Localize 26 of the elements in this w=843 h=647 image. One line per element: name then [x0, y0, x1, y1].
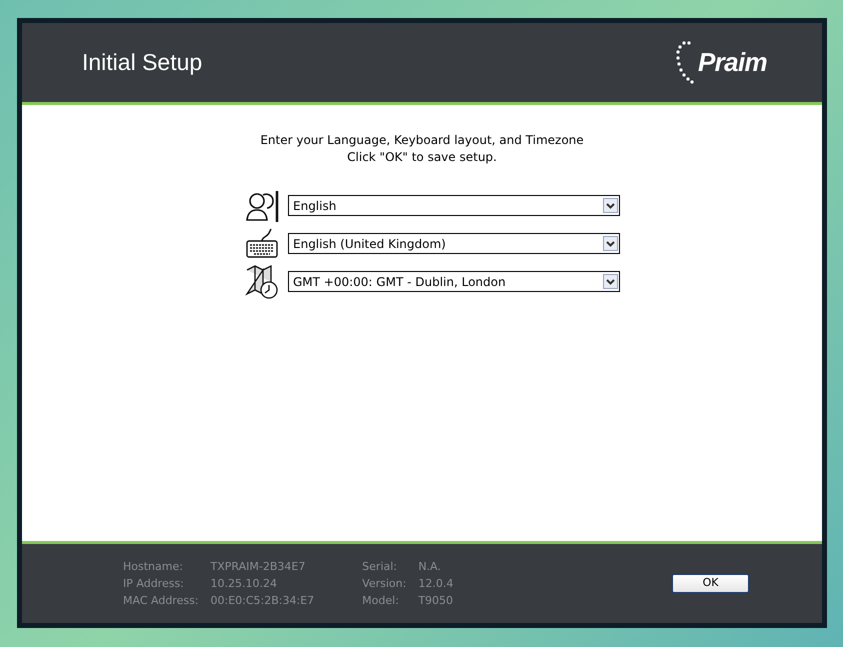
info-label: Model: — [362, 593, 400, 609]
dropdown[interactable]: English (United Kingdom) — [288, 233, 620, 254]
caret-icon — [603, 274, 618, 289]
caret-icon — [603, 198, 618, 213]
info-value: T9050 — [418, 593, 454, 609]
info-value: TXPRAIM-2B34E7 — [210, 559, 306, 575]
people-icon — [245, 188, 279, 222]
info-value: N.A. — [418, 559, 442, 575]
dropdown[interactable]: English — [288, 195, 620, 216]
map-clock-icon — [245, 264, 279, 300]
caret-icon — [603, 236, 618, 251]
info-label: Serial: — [362, 559, 398, 575]
logo: Praim — [676, 40, 767, 86]
instruction-text: Click "OK" to save setup. — [347, 149, 497, 166]
info-label: IP Address: — [123, 576, 185, 592]
ok-button[interactable]: OK — [672, 574, 749, 593]
info-label: Version: — [362, 576, 406, 592]
dropdown[interactable]: GMT +00:00: GMT - Dublin, London — [288, 271, 620, 292]
info-value: 10.25.10.24 — [210, 576, 278, 592]
info-value: 12.0.4 — [418, 576, 454, 592]
instruction-text: Enter your Language, Keyboard layout, and Timezone — [260, 132, 584, 149]
info-value: 00:E0:C5:2B:34:E7 — [210, 593, 314, 609]
info-label: MAC Address: — [123, 593, 199, 609]
info-label: Hostname: — [123, 559, 184, 575]
window-title: Initial Setup — [82, 48, 202, 78]
keyboard-icon — [245, 226, 279, 260]
